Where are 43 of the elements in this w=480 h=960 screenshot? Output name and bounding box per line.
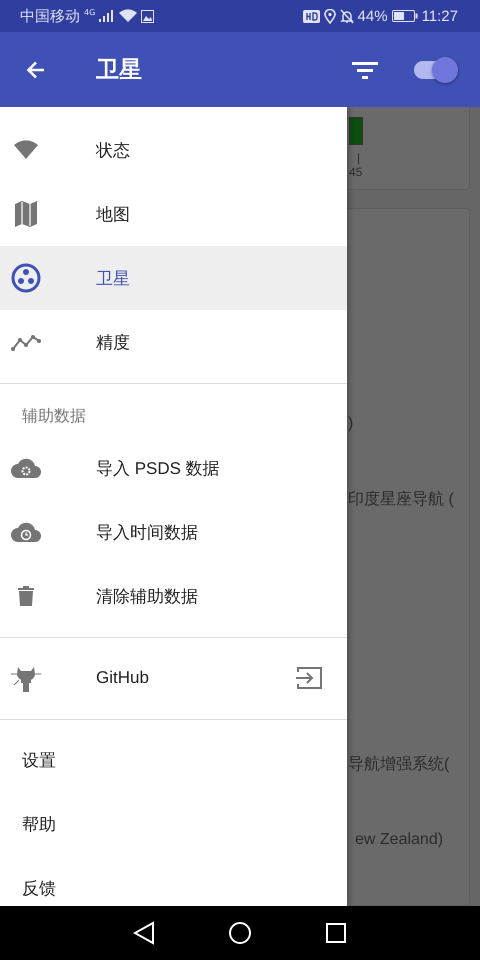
exit-icon[interactable] (295, 666, 323, 690)
list-text: ew Zealand) (354, 831, 444, 849)
hd-icon (302, 10, 320, 22)
location-icon (324, 8, 336, 24)
drawer-item[interactable]: 设置 (0, 728, 347, 792)
drawer-item[interactable]: 地图 (0, 182, 347, 246)
cloud-clock-icon (11, 522, 41, 542)
wifi-icon (14, 140, 38, 160)
screen-title: 卫星 (96, 56, 143, 85)
image-icon (141, 10, 154, 22)
map-icon (15, 201, 37, 227)
wifi-icon (119, 9, 138, 23)
bell-off-icon (340, 8, 354, 24)
list-text: 导航增强系统( (347, 754, 450, 775)
drawer-item[interactable]: 导入时间数据 (0, 500, 347, 564)
satellite-icon (11, 263, 41, 293)
signal-icon (99, 10, 116, 22)
trash-icon (18, 586, 34, 606)
list-text: ) (347, 415, 354, 433)
list-text: 印度星座导航 ( (347, 490, 454, 510)
drawer-item[interactable]: 反馈 (0, 856, 347, 906)
network-text: 4G (84, 8, 96, 17)
cloud-gear-icon (11, 458, 41, 478)
drawer-item[interactable]: 导入 PSDS 数据 (0, 436, 347, 500)
clock-text: 11:27 (422, 8, 458, 24)
carrier-text: 中国移动 (20, 6, 80, 26)
line-chart-icon (11, 333, 41, 351)
drawer-item[interactable]: GitHub (0, 646, 347, 710)
section-header: 辅助数据 (21, 405, 87, 427)
home-icon[interactable] (228, 921, 252, 945)
battery-icon (392, 10, 418, 22)
recents-icon[interactable] (325, 922, 348, 944)
back-icon[interactable] (132, 921, 155, 945)
drawer-item[interactable]: 清除辅助数据 (0, 564, 347, 628)
drawer-item[interactable]: 帮助 (0, 792, 347, 856)
signal-bar (349, 117, 363, 145)
filter-icon[interactable] (352, 60, 378, 80)
drawer-item[interactable]: 卫星 (0, 246, 347, 310)
drawer-item[interactable]: 精度 (0, 310, 347, 374)
drawer-item[interactable]: 状态 (0, 118, 347, 182)
battery-percent: 44% (358, 8, 388, 24)
tick-text: | (356, 151, 360, 165)
value-text: 45 (349, 165, 362, 179)
